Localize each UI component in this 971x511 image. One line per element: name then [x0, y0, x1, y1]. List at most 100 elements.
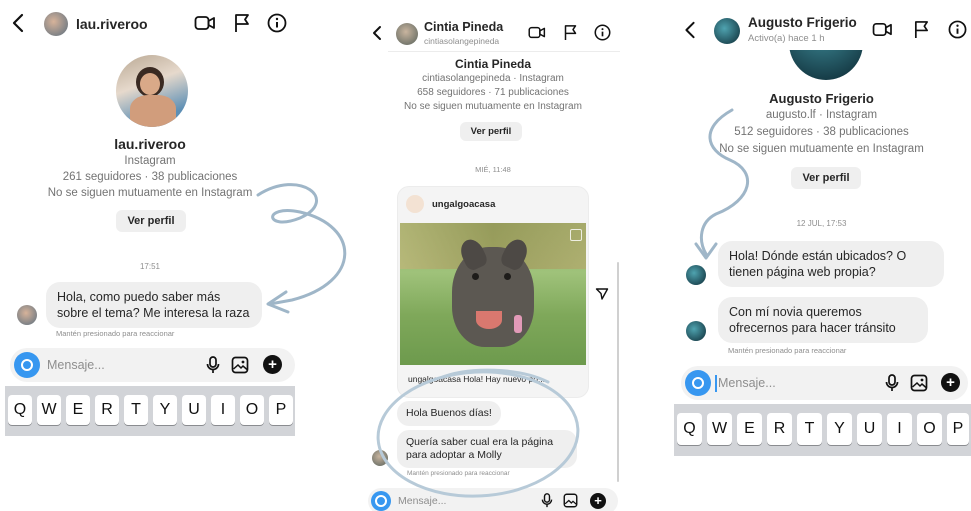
header-name-overlay[interactable]: Augusto Frigerio — [748, 15, 857, 30]
key-q[interactable]: Q — [677, 413, 702, 445]
sender-avatar — [686, 265, 706, 285]
view-profile-button[interactable]: Ver perfil — [460, 122, 522, 141]
info-icon[interactable] — [594, 24, 611, 41]
view-profile-button[interactable]: Ver perfil — [116, 210, 186, 232]
header-avatar[interactable] — [44, 12, 68, 36]
message-bubble[interactable]: Con mí novia queremos ofrecernos para ha… — [718, 297, 928, 343]
key-i[interactable]: I — [887, 413, 912, 445]
message-composer: Mensaje... + — [368, 488, 618, 511]
scrollbar[interactable] — [617, 262, 619, 482]
gallery-icon[interactable] — [910, 374, 928, 392]
header-avatar-overlay[interactable] — [714, 18, 740, 44]
key-o[interactable]: O — [917, 413, 942, 445]
profile-platform: cintiasolangepineda · Instagram — [422, 73, 564, 84]
keyboard: Q W E R T Y U I O P — [674, 404, 971, 456]
header-name[interactable]: Cintia Pineda — [424, 20, 503, 34]
message-timestamp: MIÉ, 11:48 — [475, 165, 511, 174]
message-timestamp: 17:51 — [139, 262, 161, 271]
profile-name: Augusto Frigerio — [769, 91, 874, 106]
profile-mutual-status: No se siguen mutuamente en Instagram — [47, 187, 253, 199]
key-o[interactable]: O — [240, 395, 264, 425]
flag-icon[interactable] — [563, 24, 578, 41]
message-composer: Mensaje... + — [681, 366, 968, 400]
header-active-status-overlay: Activo(a) hace 1 h — [748, 33, 825, 44]
profile-mutual-status: No se siguen mutuamente en Instagram — [404, 101, 582, 112]
microphone-icon[interactable] — [206, 356, 220, 374]
key-t[interactable]: T — [797, 413, 822, 445]
plus-icon[interactable]: + — [941, 373, 960, 392]
microphone-icon[interactable] — [885, 374, 899, 392]
back-chevron-icon-overlay[interactable] — [684, 21, 696, 39]
key-r[interactable]: R — [767, 413, 792, 445]
header-divider — [388, 51, 620, 52]
microphone-icon[interactable] — [541, 493, 553, 508]
profile-platform: augusto.lf · Instagram — [765, 109, 878, 121]
message-bubble[interactable]: Quería saber cual era la página para ado… — [397, 430, 577, 468]
back-chevron-icon[interactable] — [372, 25, 382, 41]
key-p[interactable]: P — [947, 413, 969, 445]
info-icon[interactable] — [267, 13, 287, 33]
flag-icon[interactable] — [233, 13, 251, 33]
key-i[interactable]: I — [211, 395, 235, 425]
key-y[interactable]: Y — [153, 395, 177, 425]
message-input[interactable]: Mensaje... — [718, 376, 776, 390]
post-image-greyhound[interactable] — [400, 223, 586, 365]
camera-icon[interactable] — [14, 352, 40, 378]
post-author-avatar — [406, 195, 424, 213]
key-u[interactable]: U — [182, 395, 206, 425]
key-w[interactable]: W — [707, 413, 732, 445]
video-call-icon[interactable] — [528, 25, 546, 40]
flag-icon-overlay[interactable] — [913, 20, 930, 39]
video-call-icon-overlay[interactable] — [872, 21, 893, 38]
back-chevron-icon[interactable] — [12, 13, 24, 33]
profile-platform: Instagram — [124, 155, 176, 167]
post-author-name[interactable]: ungalgoacasa — [432, 199, 495, 210]
key-p[interactable]: P — [269, 395, 293, 425]
profile-stats: 512 seguidores · 38 publicaciones — [734, 126, 909, 138]
plus-icon[interactable]: + — [263, 355, 282, 374]
key-t[interactable]: T — [124, 395, 148, 425]
sender-avatar — [372, 450, 388, 466]
gallery-icon[interactable] — [231, 356, 249, 374]
profile-avatar[interactable] — [116, 55, 188, 127]
video-call-icon[interactable] — [194, 14, 216, 32]
key-r[interactable]: R — [95, 395, 119, 425]
shared-post-card[interactable]: ungalgoacasa ungalgoacasa Hola! Hay nuev… — [397, 186, 589, 398]
profile-name: Cintia Pineda — [454, 57, 531, 71]
react-hint: Mantén presionado para reaccionar — [728, 346, 847, 355]
share-send-icon[interactable] — [595, 287, 609, 301]
message-input[interactable]: Mensaje... — [398, 495, 446, 507]
message-bubble[interactable]: Hola! Dónde están ubicados? O tienen pág… — [718, 241, 944, 287]
chat-panel-augusto-frigerio: Augusto Frigerio Activo(a) hace 1 h Augu… — [672, 0, 971, 511]
profile-stats: 261 seguidores · 38 publicaciones — [62, 171, 238, 183]
plus-icon[interactable]: + — [590, 493, 606, 509]
message-bubble[interactable]: Hola, como puedo saber más sobre el tema… — [46, 282, 262, 328]
message-bubble[interactable]: Hola Buenos días! — [397, 401, 501, 426]
key-e[interactable]: E — [737, 413, 762, 445]
react-hint: Mantén presionado para reaccionar — [407, 470, 510, 477]
key-u[interactable]: U — [857, 413, 882, 445]
message-composer: Mensaje... + — [10, 348, 295, 382]
view-profile-button[interactable]: Ver perfil — [791, 167, 861, 189]
post-caption: ungalgoacasa Hola! Hay nuevo po... — [408, 374, 546, 384]
message-input[interactable]: Mensaje... — [47, 358, 105, 372]
header-avatar[interactable] — [396, 23, 418, 45]
profile-name: lau.riveroo — [114, 136, 186, 152]
key-y[interactable]: Y — [827, 413, 852, 445]
sender-avatar — [17, 305, 37, 325]
react-hint: Mantén presionado para reaccionar — [56, 329, 175, 338]
header-username: cintiasolangepineda — [424, 36, 500, 46]
key-q[interactable]: Q — [8, 395, 32, 425]
chat-panel-cintia-pineda: Cintia Pineda cintiasolangepineda Cintia… — [362, 0, 624, 511]
camera-icon[interactable] — [371, 491, 391, 511]
header-username[interactable]: lau.riveroo — [76, 16, 148, 32]
camera-icon[interactable] — [685, 370, 711, 396]
text-cursor — [715, 375, 717, 392]
key-w[interactable]: W — [37, 395, 61, 425]
key-e[interactable]: E — [66, 395, 90, 425]
keyboard: Q W E R T Y U I O P — [5, 386, 295, 436]
gallery-icon[interactable] — [563, 493, 578, 508]
message-timestamp: 12 JUL, 17:53 — [796, 219, 847, 228]
info-icon-overlay[interactable] — [948, 20, 967, 39]
profile-stats: 658 seguidores · 71 publicaciones — [417, 87, 569, 98]
